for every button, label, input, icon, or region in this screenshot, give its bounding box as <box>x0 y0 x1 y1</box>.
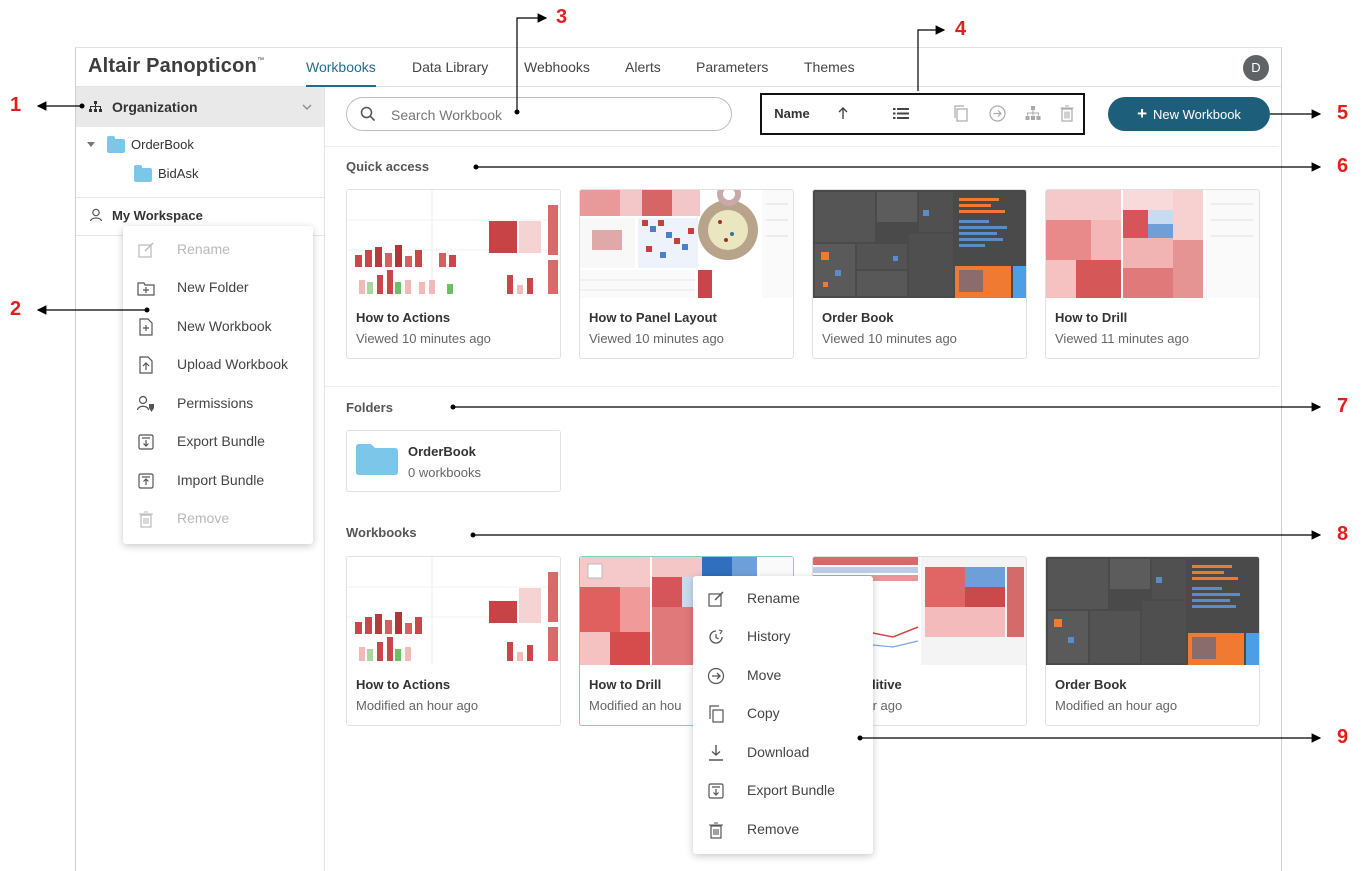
annotation-number-2: 2 <box>10 298 22 320</box>
annotation-number-8: 8 <box>1337 523 1349 545</box>
annotation-number-4: 4 <box>955 18 967 40</box>
annotation-number-3: 3 <box>556 6 568 28</box>
annotation-number-6: 6 <box>1337 155 1349 177</box>
annotation-number-5: 5 <box>1337 102 1349 124</box>
annotation-number-1: 1 <box>10 94 22 116</box>
annotation-number-7: 7 <box>1337 395 1349 417</box>
annotation-layer <box>36 13 1322 743</box>
annotation-number-9: 9 <box>1337 726 1349 748</box>
